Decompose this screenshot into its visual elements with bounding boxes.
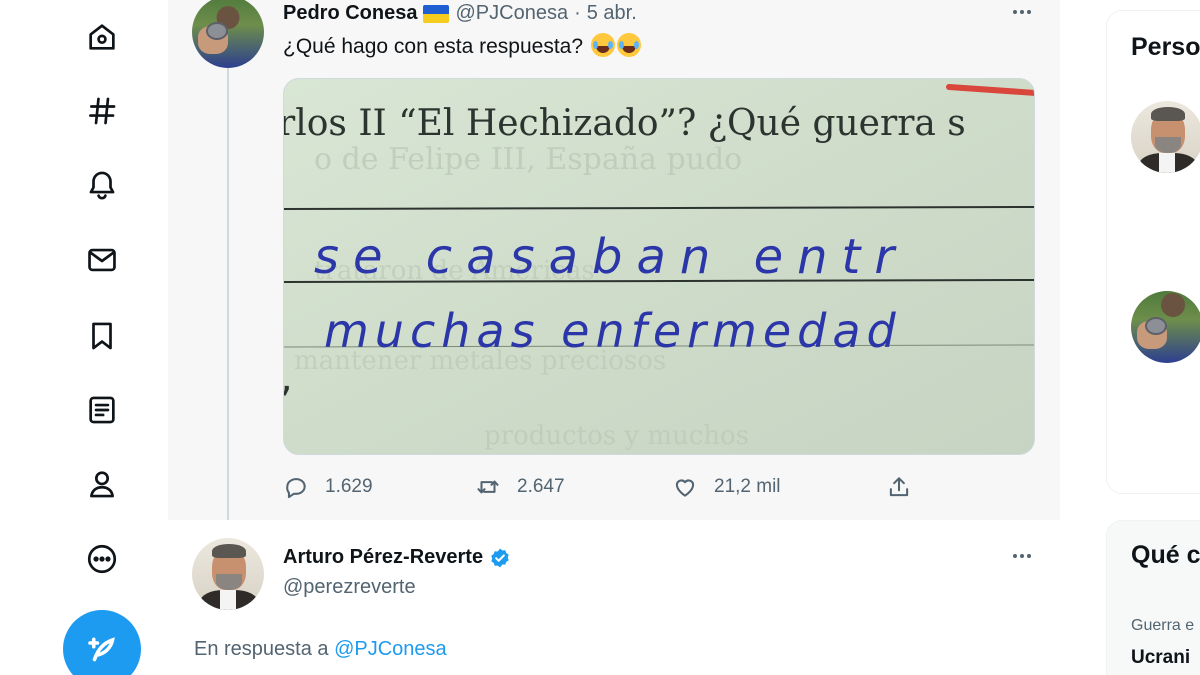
author-name[interactable]: Pedro Conesa xyxy=(283,2,417,25)
tweet-pedro-conesa[interactable]: Pedro Conesa @PJConesa · 5 abr. ¿Qué hag… xyxy=(168,0,1060,536)
tweet-arturo-perez-reverte[interactable]: Arturo Pérez-Reverte @perezreverte En re… xyxy=(168,520,1060,675)
tweet-more-button[interactable] xyxy=(1004,544,1040,568)
tears-of-joy-emoji xyxy=(616,33,641,57)
printed-question: rlos II “El Hechizado”? ¿Qué guerra s xyxy=(284,103,966,144)
nav-profile[interactable] xyxy=(78,460,126,508)
handwritten-line-1: se casaban entr xyxy=(314,229,908,285)
tweet-header: Arturo Pérez-Reverte xyxy=(283,546,511,569)
trend-name[interactable]: Ucrani xyxy=(1131,647,1190,669)
reply-context: En respuesta a @PJConesa xyxy=(194,638,447,661)
more-dots-icon xyxy=(1013,554,1017,558)
tweet-photo[interactable]: o de Felipe III, España pudo trataron de… xyxy=(283,78,1035,455)
nav-lists[interactable] xyxy=(78,386,126,434)
tears-of-joy-emoji xyxy=(590,33,615,57)
suggested-user-avatar[interactable] xyxy=(1131,291,1200,363)
tweet-actions: 1.629 2.647 21,2 mil xyxy=(283,474,1035,508)
nav-notifications[interactable] xyxy=(78,161,126,209)
reply-prefix: En respuesta a xyxy=(194,638,329,660)
who-to-follow-title: Perso xyxy=(1131,33,1200,61)
share-button[interactable] xyxy=(886,474,912,500)
nav-bookmarks[interactable] xyxy=(78,312,126,360)
trends-card: Qué c Guerra e Ucrani xyxy=(1106,520,1200,675)
nav-explore[interactable] xyxy=(78,87,126,135)
avatar-coin xyxy=(206,22,228,40)
right-sidebar: Perso Qué c Guerra e Ucrani xyxy=(1060,0,1200,675)
tweet-date[interactable]: 5 abr. xyxy=(587,2,637,25)
like-button[interactable]: 21,2 mil xyxy=(672,474,781,500)
nav-messages[interactable] xyxy=(78,236,126,284)
heart-icon xyxy=(675,479,695,497)
bookmark-icon xyxy=(92,322,112,350)
suggested-user-avatar[interactable] xyxy=(1131,101,1200,173)
primary-nav xyxy=(0,0,168,675)
reply-count: 1.629 xyxy=(325,476,373,497)
thread-connector-line xyxy=(227,66,229,536)
home-icon xyxy=(89,24,115,50)
bell-icon xyxy=(89,171,115,200)
who-to-follow-card: Perso xyxy=(1106,10,1200,494)
retweet-count: 2.647 xyxy=(517,476,565,497)
exam-photo: o de Felipe III, España pudo trataron de… xyxy=(284,79,1034,454)
compose-feather-icon xyxy=(88,637,115,662)
avatar[interactable] xyxy=(192,0,264,68)
author-handle[interactable]: @perezreverte xyxy=(283,576,416,599)
twitter-window: Pedro Conesa @PJConesa · 5 abr. ¿Qué hag… xyxy=(0,0,1200,675)
svg-text:productos y muchos: productos y muchos xyxy=(484,421,749,451)
reply-button[interactable]: 1.629 xyxy=(283,474,373,500)
hashtag-icon xyxy=(89,97,116,125)
author-name[interactable]: Arturo Pérez-Reverte xyxy=(283,546,483,569)
tweet-text-content: ¿Qué hago con esta respuesta? xyxy=(283,35,584,58)
envelope-icon xyxy=(88,248,116,272)
share-icon xyxy=(889,477,909,497)
timeline: Pedro Conesa @PJConesa · 5 abr. ¿Qué hag… xyxy=(168,0,1060,675)
separator-dot: · xyxy=(574,2,581,24)
author-handle[interactable]: @PJConesa xyxy=(455,2,568,25)
handwritten-line-2: muchas enfermedad xyxy=(324,304,902,358)
retweet-button[interactable]: 2.647 xyxy=(475,474,565,500)
list-icon xyxy=(89,396,115,424)
like-count: 21,2 mil xyxy=(714,476,781,497)
verified-badge-icon xyxy=(491,548,509,567)
svg-text:,: , xyxy=(284,355,293,401)
retweet-icon xyxy=(477,480,499,494)
reply-to-link[interactable]: @PJConesa xyxy=(334,638,447,660)
compose-tweet-button[interactable] xyxy=(63,610,141,675)
avatar[interactable] xyxy=(192,538,264,610)
tweet-text: ¿Qué hago con esta respuesta? xyxy=(283,33,641,59)
nav-home[interactable] xyxy=(78,13,126,61)
reply-icon xyxy=(286,478,306,499)
more-circle-icon xyxy=(87,544,117,574)
trend-category: Guerra e xyxy=(1131,617,1195,634)
more-dots-icon xyxy=(1013,10,1017,14)
trends-title: Qué c xyxy=(1131,541,1200,569)
nav-more[interactable] xyxy=(78,535,126,583)
person-icon xyxy=(90,471,114,498)
tweet-more-button[interactable] xyxy=(1004,0,1040,24)
tweet-handle-row: @perezreverte xyxy=(283,576,416,599)
svg-text:o de Felipe III, España pudo: o de Felipe III, España pudo xyxy=(314,142,742,177)
ukraine-flag-emoji xyxy=(423,4,450,23)
tweet-header: Pedro Conesa @PJConesa · 5 abr. xyxy=(283,2,637,25)
